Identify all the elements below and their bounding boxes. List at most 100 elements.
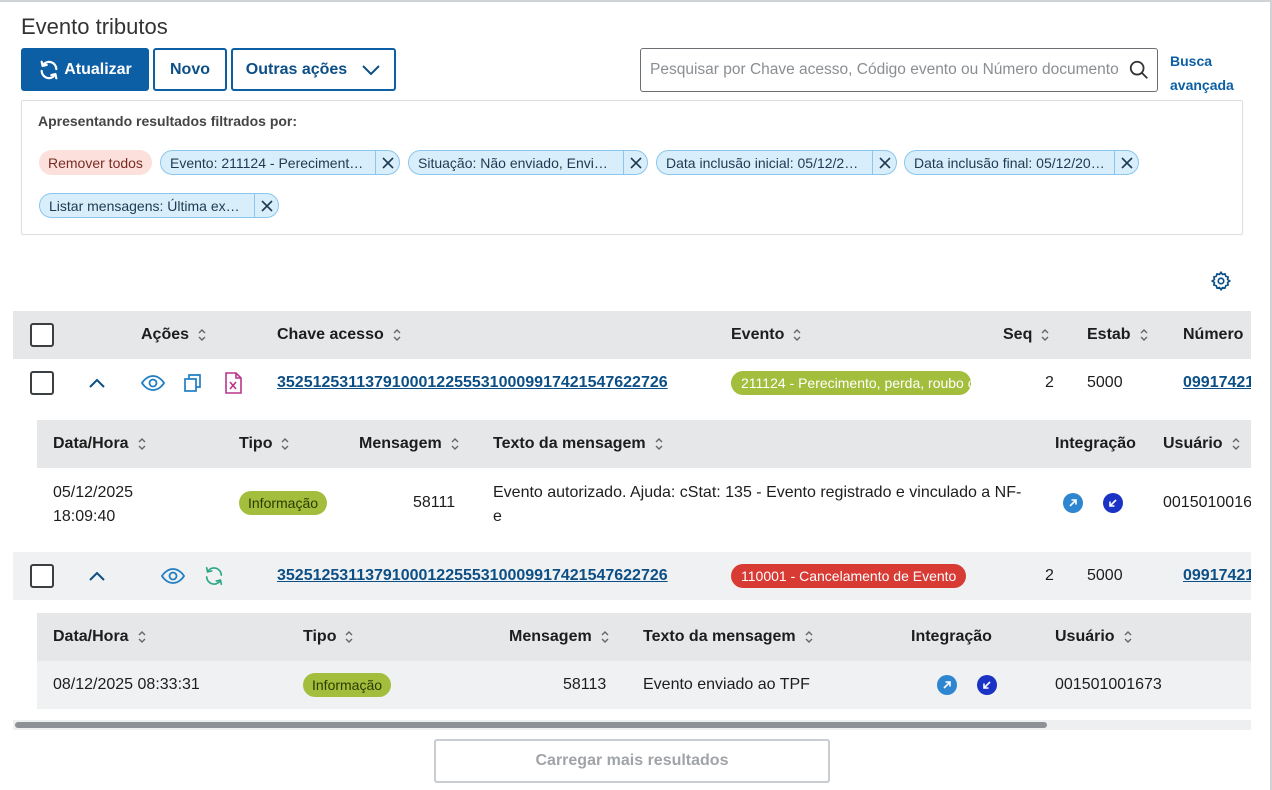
remove-all-filters-chip[interactable]: Remover todos [39, 150, 152, 175]
gear-icon[interactable] [1208, 268, 1234, 294]
column-label: Tipo [303, 628, 337, 645]
access-key-link[interactable]: 3525125311379100012255531000991742154762… [277, 359, 668, 407]
column-header-chave-acesso[interactable]: Chave acesso [277, 311, 402, 359]
message-datetime: 05/12/2025 18:09:40 [53, 481, 133, 529]
close-icon[interactable] [872, 151, 896, 174]
filter-chip-label: Data inclusão inicial: 05/12/2025 [666, 154, 868, 171]
document-number-link[interactable]: 099174215 [1183, 359, 1251, 407]
subcolumn-header-integracao[interactable]: Integração [1055, 420, 1136, 468]
messages-subtable: Data/Hora Tipo Mensagem Texto da mensage… [37, 613, 1251, 709]
row-checkbox[interactable] [30, 564, 54, 588]
document-number-link[interactable]: 099174215 [1183, 552, 1251, 600]
sort-icon [392, 328, 402, 342]
search-box [640, 48, 1158, 92]
close-icon[interactable] [623, 151, 647, 174]
subcolumn-header-mensagem[interactable]: Mensagem [359, 420, 460, 468]
message-text: Evento enviado ao TPF [643, 676, 810, 693]
refresh-label: Atualizar [64, 60, 132, 78]
filter-chip-situacao: Situação: Não enviado, Enviado... [408, 150, 648, 175]
select-all-checkbox[interactable] [30, 323, 54, 347]
sort-icon [600, 630, 610, 644]
incoming-integration-icon[interactable] [1103, 493, 1123, 513]
table-row: 3525125311379100012255531000991742154762… [13, 552, 1251, 600]
eye-icon[interactable] [140, 372, 166, 394]
close-icon[interactable] [1114, 151, 1138, 174]
outgoing-integration-icon[interactable] [1063, 493, 1083, 513]
more-actions-label: Outras ações [245, 60, 348, 78]
search-icon[interactable] [1121, 59, 1157, 81]
message-row: 08/12/2025 08:33:31 Informação 58113 Eve… [37, 661, 1251, 709]
column-label: Usuário [1163, 435, 1223, 452]
column-header-acoes[interactable]: Ações [141, 311, 207, 359]
sort-icon [1123, 630, 1133, 644]
chevron-up-icon[interactable] [85, 373, 109, 393]
new-button[interactable]: Novo [153, 48, 227, 91]
refresh-button[interactable]: Atualizar [21, 48, 149, 91]
load-more-button[interactable]: Carregar mais resultados [434, 739, 830, 783]
delete-file-icon[interactable] [222, 371, 244, 395]
close-icon[interactable] [375, 151, 399, 174]
subcolumn-header-mensagem[interactable]: Mensagem [509, 613, 610, 661]
column-label: Mensagem [509, 628, 592, 645]
chevron-down-icon [347, 64, 381, 76]
filter-chip-label: Evento: 211124 - Perecimento, perda, rou… [170, 154, 375, 171]
subcolumn-header-texto[interactable]: Texto da mensagem [643, 613, 814, 661]
column-label: Data/Hora [53, 435, 129, 452]
filter-chip-label: Data inclusão final: 05/12/2025 [914, 154, 1107, 171]
subcolumn-header-datahora[interactable]: Data/Hora [53, 613, 147, 661]
message-text-line1: Evento autorizado. Ajuda: cStat: 135 - E… [493, 484, 1022, 501]
row-checkbox[interactable] [30, 371, 54, 395]
outgoing-integration-icon[interactable] [937, 675, 957, 695]
sort-icon [792, 328, 802, 342]
sync-icon[interactable] [202, 564, 226, 588]
column-label: Integração [1055, 435, 1136, 452]
sort-icon [1040, 328, 1050, 342]
subcolumn-header-tipo[interactable]: Tipo [239, 420, 290, 468]
filter-chip-label: Situação: Não enviado, Enviado... [418, 154, 624, 171]
sort-icon [137, 437, 147, 451]
seq-cell: 2 [1045, 374, 1054, 391]
subtable-header: Data/Hora Tipo Mensagem Texto da mensage… [37, 420, 1251, 468]
scrollbar-thumb[interactable] [15, 722, 1047, 728]
advanced-search-line2: avançada [1170, 77, 1234, 93]
subcolumn-header-datahora[interactable]: Data/Hora [53, 420, 147, 468]
column-header-numero[interactable]: Número [1183, 311, 1243, 359]
column-label: Estab [1087, 326, 1131, 343]
type-badge: Informação [303, 673, 392, 697]
filter-chip-data-final: Data inclusão final: 05/12/2025 [904, 150, 1139, 175]
column-label: Evento [731, 326, 785, 343]
subcolumn-header-usuario[interactable]: Usuário [1055, 613, 1133, 661]
close-icon[interactable] [254, 194, 278, 217]
subcolumn-header-usuario[interactable]: Usuário [1163, 420, 1241, 468]
advanced-search-link[interactable]: Busca avançada [1170, 49, 1250, 97]
filter-chip-evento: Evento: 211124 - Perecimento, perda, rou… [160, 150, 400, 175]
chevron-up-icon[interactable] [85, 566, 109, 586]
search-input[interactable] [650, 61, 1121, 79]
filter-chip-label: Listar mensagens: Última execução [49, 197, 255, 214]
sort-icon [804, 630, 814, 644]
event-badge: 110001 - Cancelamento de Evento [731, 564, 967, 588]
refresh-icon [38, 59, 64, 81]
events-table: Ações Chave acesso Evento Seq Estab Núme… [13, 311, 1251, 731]
message-time: 18:09:40 [53, 508, 116, 525]
eye-icon[interactable] [160, 565, 186, 587]
subcolumn-header-tipo[interactable]: Tipo [303, 613, 354, 661]
message-date: 05/12/2025 [53, 484, 134, 501]
column-header-evento[interactable]: Evento [731, 311, 802, 359]
user-cell: 001501001673 [1055, 676, 1162, 693]
column-header-estab[interactable]: Estab [1087, 311, 1149, 359]
more-actions-button[interactable]: Outras ações [231, 48, 396, 91]
subcolumn-header-integracao[interactable]: Integração [911, 613, 992, 661]
copy-icon[interactable] [182, 372, 204, 394]
subtable-header: Data/Hora Tipo Mensagem Texto da mensage… [37, 613, 1251, 661]
incoming-integration-icon[interactable] [977, 675, 997, 695]
sort-icon [137, 630, 147, 644]
column-label: Tipo [239, 435, 273, 452]
message-text: Evento autorizado. Ajuda: cStat: 135 - E… [493, 481, 1021, 529]
access-key-link[interactable]: 3525125311379100012255531000991742154762… [277, 552, 668, 600]
estab-cell: 5000 [1087, 567, 1123, 584]
horizontal-scrollbar[interactable] [13, 720, 1251, 730]
column-header-seq[interactable]: Seq [1003, 311, 1050, 359]
column-label: Número [1183, 326, 1244, 343]
subcolumn-header-texto[interactable]: Texto da mensagem [493, 420, 664, 468]
